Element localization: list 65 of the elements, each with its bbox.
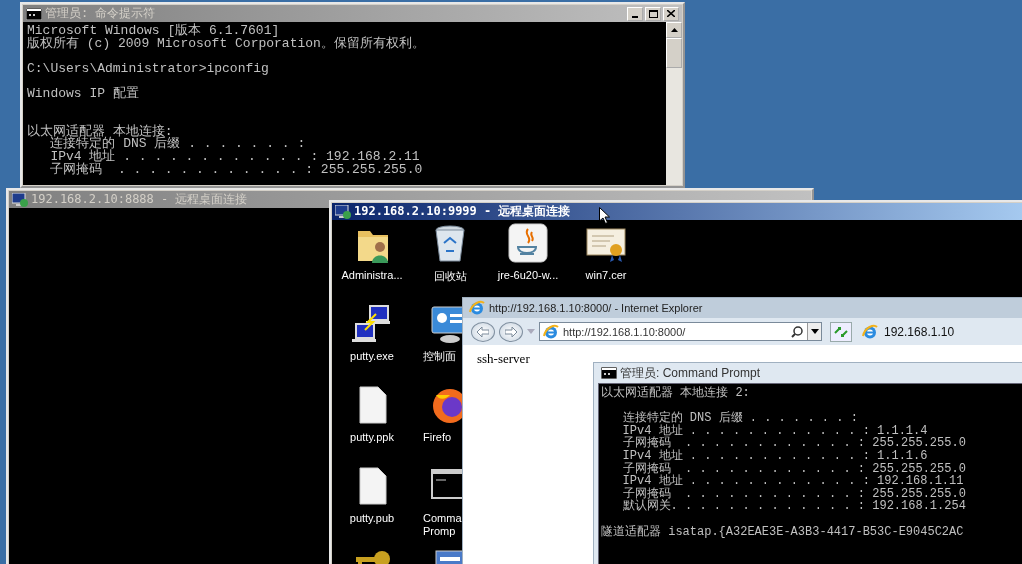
search-icon[interactable] [791,325,803,338]
console-line: 子网掩码 . . . . . . . . . . . . : 255.255.255.0 [621,487,967,501]
console-line: 连接特定的 DNS 后缀 . . . . . . . : [621,412,859,425]
console-line: C:\Users\Administrator>ipconfig [27,62,270,76]
address-field[interactable]: http://192.168.1.10:8000/ [563,325,787,338]
dropdown-button[interactable] [807,323,821,340]
console-line: 隧道适配器 isatap.{A32EAE3E-A3B3-4417-B53C-E9045C2AC [601,525,965,539]
console-line: 以太网适配器 本地连接 2: [601,387,751,400]
console-icon [26,7,42,20]
window-title: http://192.168.1.10:8000/ - Internet Explorer [489,302,703,314]
console-line: 默认网关. . . . . . . . . . . . . : 192.168.1.254 [621,500,967,513]
remote-desktop-icon [335,204,351,219]
console-line: Windows IP 配置 [27,87,140,101]
console-line: IPv4 地址 . . . . . . . . . . . . : 1.1.1.6 [621,449,929,463]
browser-tab[interactable]: 192.168.1.10 [856,320,961,343]
forward-arrow-icon [505,326,517,337]
window-title: 192.168.2.10:8888 - 远程桌面连接 [31,191,248,208]
console-line: IPv4 地址 . . . . . . . . . . . . : 192.168.1.11 [621,475,964,488]
page-icon [543,323,559,340]
console-icon [601,367,617,379]
maximize-icon [648,9,658,18]
browser-logo-icon [469,300,485,316]
console-line: 子网掩码 . . . . . . . . . . . . : 255.255.255.0 [621,437,967,450]
caret-icon [810,329,819,334]
refresh-button[interactable] [830,321,852,342]
page-heading: ssh-server [477,351,530,366]
icon-label[interactable]: 控制面 [423,350,456,363]
icon-label[interactable]: Firefo [423,431,452,444]
icon-label[interactable]: jre-6u20-w... [497,269,559,281]
icon-label[interactable]: putty.exe [350,350,394,362]
blank-file-icon [359,386,387,424]
recycle-bin-icon [435,225,465,262]
console-line: 版权所有 (c) 2009 Microsoft Corporation。保留所有权利。 [27,37,426,51]
coffee-cup-icon [508,223,548,263]
icon-label[interactable]: Administra... [341,269,403,281]
certificate-icon [586,228,626,262]
remote-desktop-icon [12,192,28,207]
icon-label[interactable]: 回收站 [433,269,467,284]
minimize-icon [632,15,638,18]
window-title: 管理员: 命令提示符 [45,5,156,22]
scroll-thumb[interactable] [666,38,682,68]
networked-computers-icon [352,305,390,342]
window-title: 192.168.2.10:9999 - 远程桌面连接 [354,203,571,220]
refresh-arrows-icon [834,326,848,337]
icon-label[interactable]: Comma Promp [423,512,461,538]
maximize-button[interactable] [645,6,661,21]
icon-label[interactable]: putty.pub [349,512,395,524]
icon-label[interactable]: putty.ppk [350,431,394,443]
back-button[interactable] [471,321,495,342]
icon-label[interactable]: win7.cer [585,269,627,281]
address-bar[interactable]: http://192.168.1.10:8000/ [539,322,822,341]
forward-button[interactable] [499,321,523,342]
minimize-button[interactable] [627,6,643,21]
key-icon [356,551,390,564]
close-button[interactable] [663,6,679,21]
scrollbar[interactable] [666,22,682,185]
blank-file-icon [359,467,387,505]
up-arrow-icon [670,28,678,32]
back-arrow-icon [477,326,489,337]
caret-icon[interactable] [527,329,535,334]
console-line: 子网掩码 . . . . . . . . . . . . : 255.255.255.0 [49,163,424,177]
user-folder-icon [358,231,388,263]
window-title: 管理员: Command Prompt [620,364,761,382]
close-icon [667,10,675,17]
page-icon [862,323,878,340]
